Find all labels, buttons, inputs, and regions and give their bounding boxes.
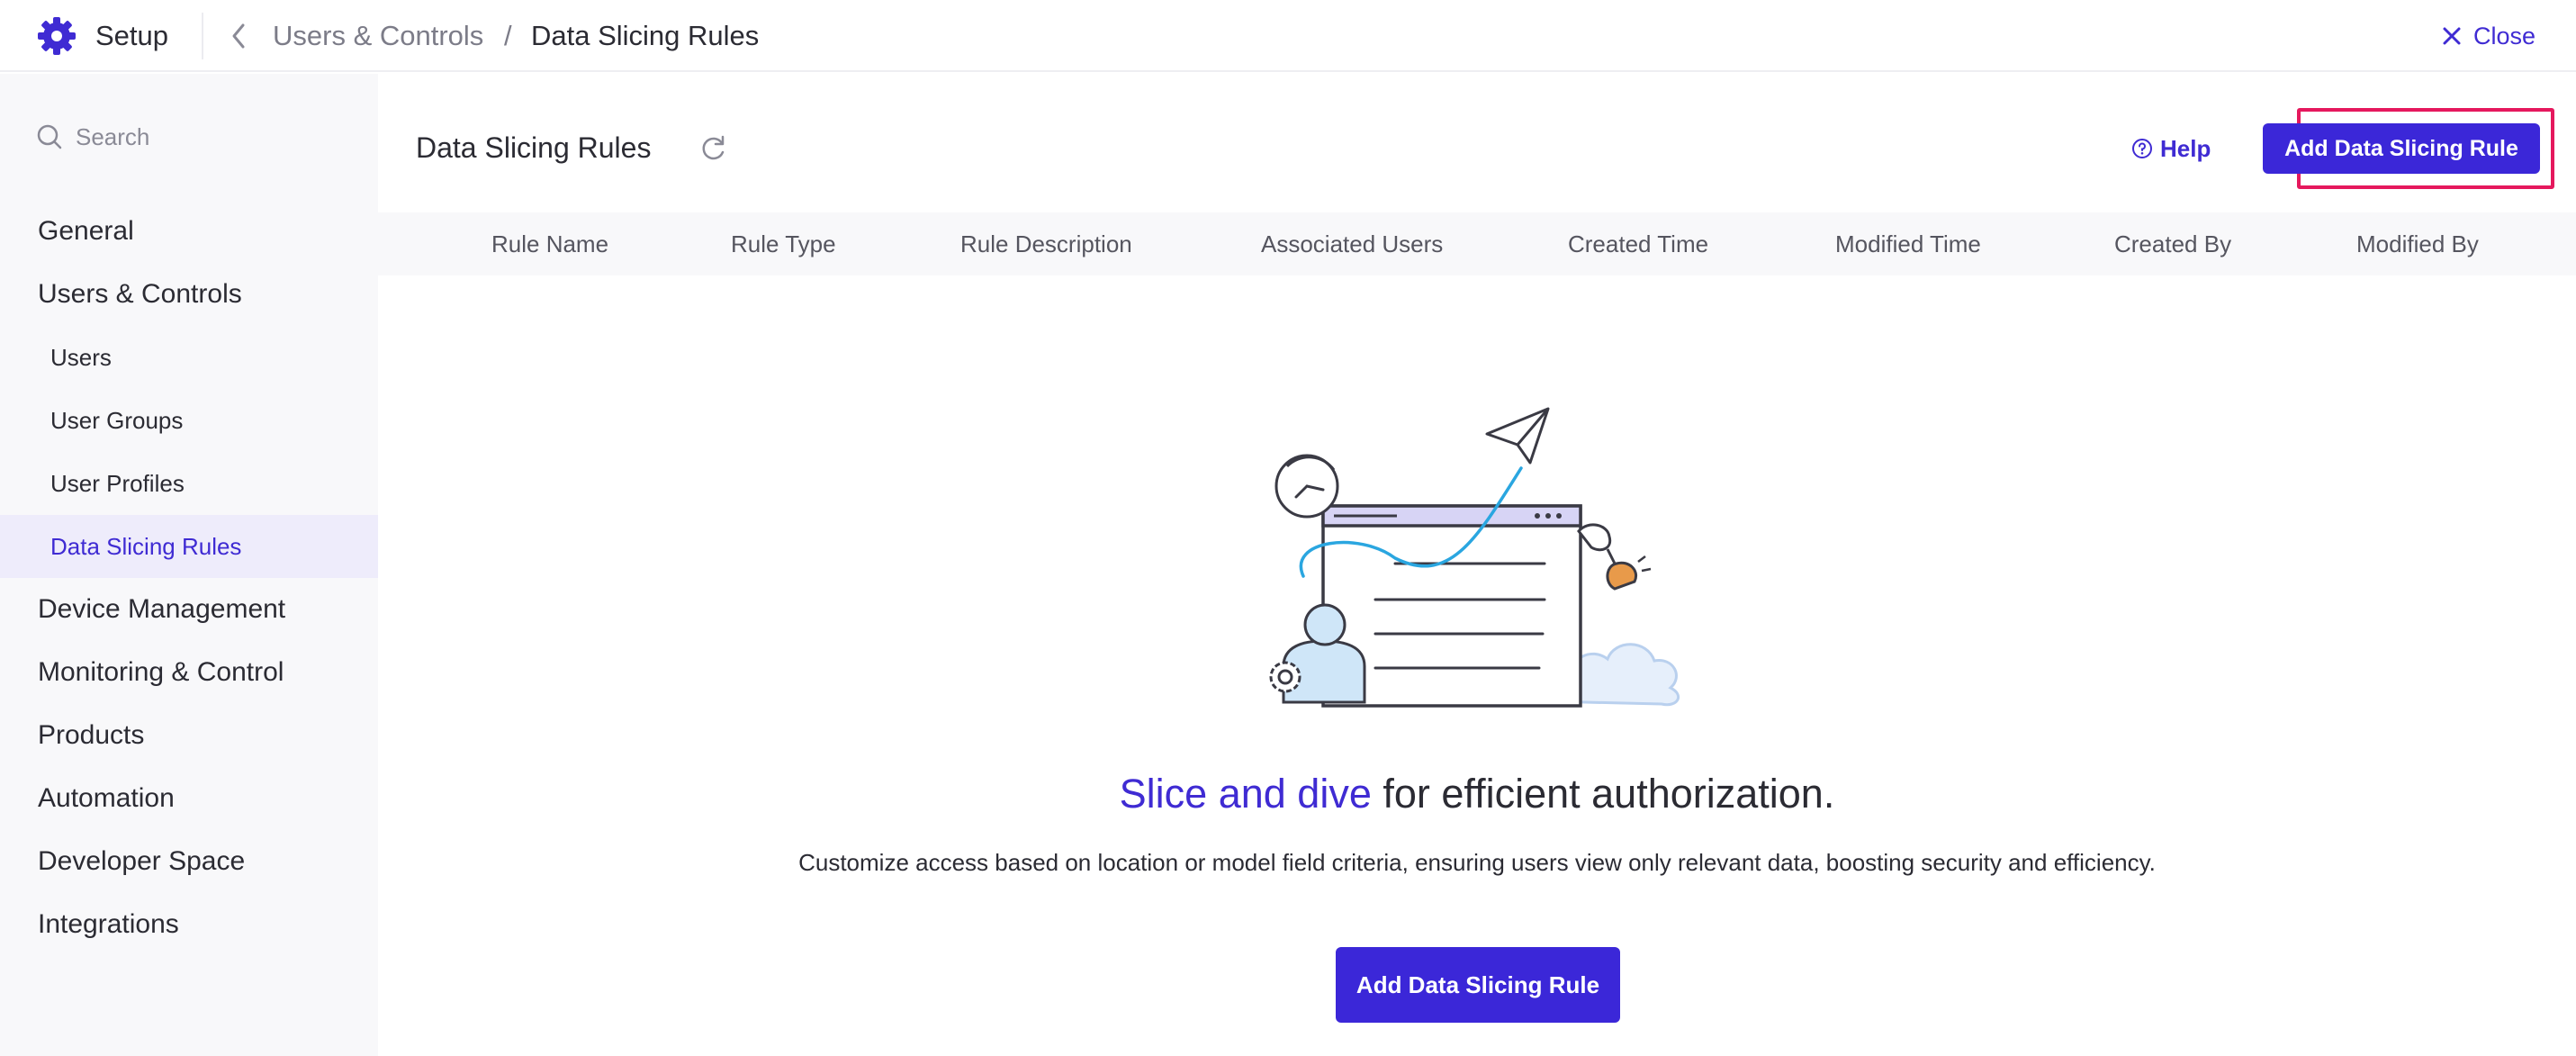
search-input[interactable] bbox=[76, 122, 328, 151]
sidebar-search[interactable] bbox=[36, 117, 342, 157]
breadcrumb-separator: / bbox=[504, 20, 512, 51]
empty-state-illustration bbox=[1269, 407, 1680, 708]
sidebar-item-device-management[interactable]: Device Management bbox=[0, 578, 378, 641]
breadcrumb-current: Data Slicing Rules bbox=[531, 20, 760, 51]
help-link[interactable]: Help bbox=[2131, 131, 2211, 166]
sidebar-item-automation[interactable]: Automation bbox=[0, 767, 378, 830]
column-header-modified-time[interactable]: Modified Time bbox=[1835, 212, 1981, 275]
sidebar-item-products[interactable]: Products bbox=[0, 704, 378, 767]
gear-logo-icon bbox=[38, 17, 76, 55]
sidebar-item-users[interactable]: Users bbox=[0, 326, 378, 389]
sidebar-item-data-slicing-rules[interactable]: Data Slicing Rules bbox=[0, 515, 378, 578]
column-header-created-by[interactable]: Created By bbox=[2114, 212, 2231, 275]
empty-state-add-rule-button[interactable]: Add Data Slicing Rule bbox=[1336, 947, 1620, 1023]
column-header-modified-by[interactable]: Modified By bbox=[2356, 212, 2479, 275]
column-header-created-time[interactable]: Created Time bbox=[1568, 212, 1708, 275]
help-label: Help bbox=[2160, 134, 2211, 162]
empty-state-headline: Slice and dive for efficient authorizati… bbox=[378, 767, 2576, 821]
column-header-rule-name[interactable]: Rule Name bbox=[491, 212, 608, 275]
app-name: Setup bbox=[95, 20, 169, 51]
headline-rest: for efficient authorization. bbox=[1371, 771, 1835, 817]
column-header-rule-description[interactable]: Rule Description bbox=[960, 212, 1132, 275]
help-circle-icon bbox=[2132, 139, 2152, 158]
sidebar-item-monitoring-control[interactable]: Monitoring & Control bbox=[0, 641, 378, 704]
search-icon bbox=[37, 124, 62, 149]
breadcrumb-parent[interactable]: Users & Controls bbox=[273, 18, 483, 54]
close-icon bbox=[2443, 27, 2461, 45]
close-label: Close bbox=[2473, 22, 2536, 50]
table-header: Rule Name Rule Type Rule Description Ass… bbox=[378, 212, 2576, 275]
sidebar-item-user-groups[interactable]: User Groups bbox=[0, 389, 378, 452]
sidebar-item-general[interactable]: General bbox=[0, 200, 378, 263]
sidebar-item-user-profiles[interactable]: User Profiles bbox=[0, 452, 378, 515]
chevron-left-icon[interactable] bbox=[225, 18, 254, 54]
header-divider bbox=[202, 13, 203, 59]
sidebar-item-integrations[interactable]: Integrations bbox=[0, 893, 378, 956]
sidebar-item-developer-space[interactable]: Developer Space bbox=[0, 830, 378, 893]
empty-state-description: Customize access based on location or mo… bbox=[798, 849, 2156, 876]
column-header-rule-type[interactable]: Rule Type bbox=[731, 212, 836, 275]
sidebar: General Users & Controls Users User Grou… bbox=[0, 74, 378, 1056]
add-data-slicing-rule-button[interactable]: Add Data Slicing Rule bbox=[2263, 123, 2540, 174]
column-header-associated-users[interactable]: Associated Users bbox=[1261, 212, 1443, 275]
sidebar-item-users-controls[interactable]: Users & Controls bbox=[0, 263, 378, 326]
top-bar: Setup Users & Controls / Data Slicing Ru… bbox=[0, 0, 2576, 72]
refresh-icon[interactable] bbox=[697, 132, 729, 165]
page-title: Data Slicing Rules bbox=[416, 131, 652, 164]
close-button[interactable]: Close bbox=[2441, 16, 2535, 56]
headline-accent: Slice and dive bbox=[1119, 771, 1372, 817]
sidebar-nav: General Users & Controls Users User Grou… bbox=[0, 200, 378, 956]
